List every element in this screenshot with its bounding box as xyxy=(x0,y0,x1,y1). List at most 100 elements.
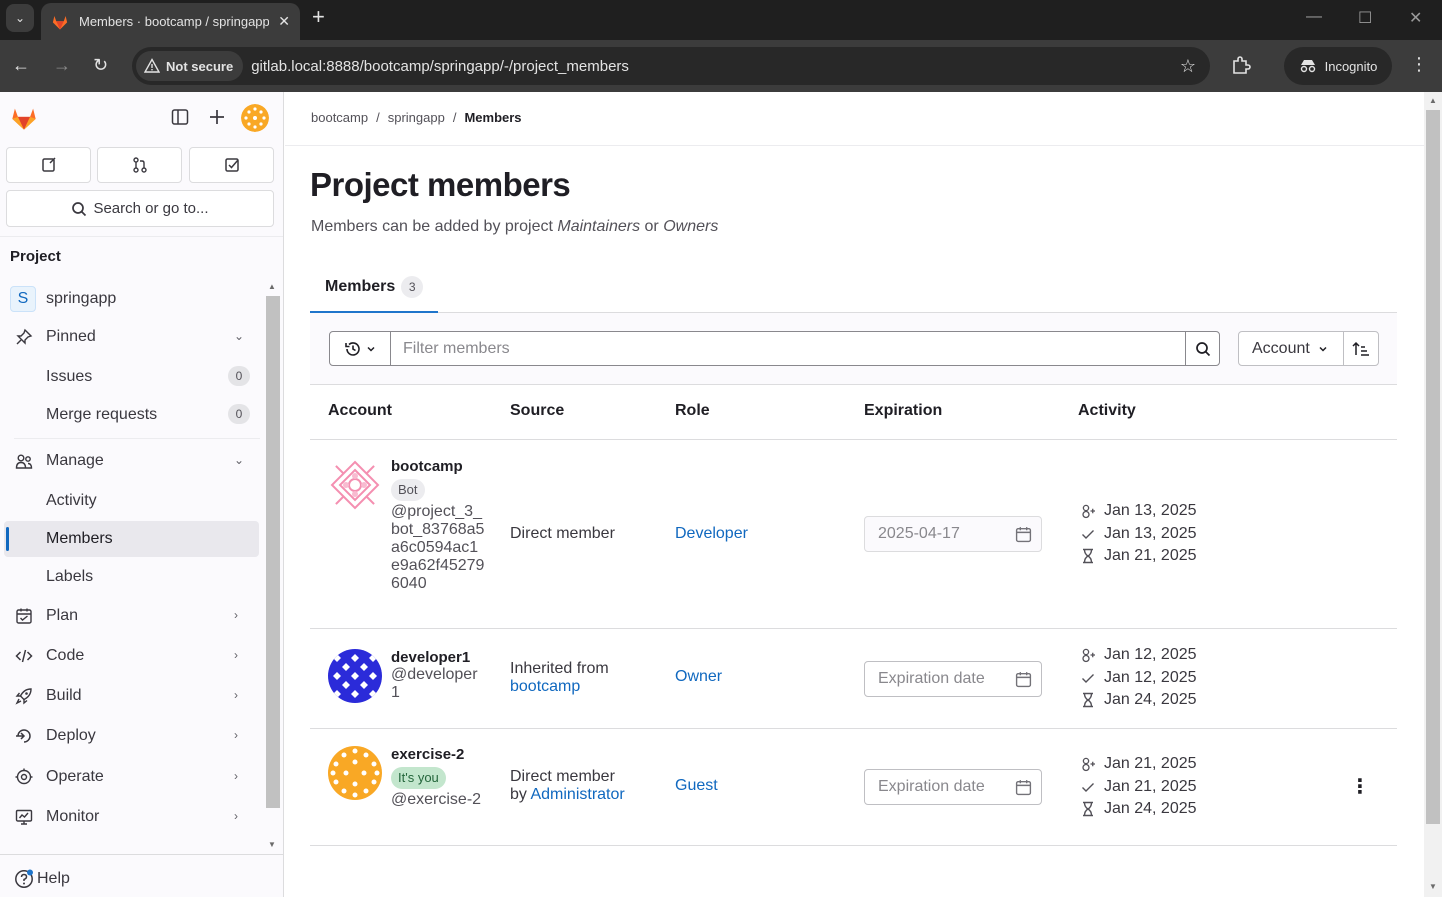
tab-members[interactable]: Members 3 xyxy=(310,262,438,313)
activity-last: Jan 24, 2025 xyxy=(1080,689,1197,712)
sidebar-divider xyxy=(0,236,283,237)
filter-members-input[interactable] xyxy=(390,331,1186,366)
role-dropdown[interactable]: Owner xyxy=(675,668,722,686)
bookmark-star-icon[interactable]: ☆ xyxy=(1180,56,1196,77)
tab-close-icon[interactable]: ✕ xyxy=(278,13,290,30)
sidebar-item-pinned[interactable]: Pinned ⌄ xyxy=(0,319,262,355)
back-icon[interactable]: ← xyxy=(12,54,30,76)
member-name[interactable]: exercise-2 xyxy=(391,746,486,763)
reload-icon[interactable]: ↻ xyxy=(93,54,108,76)
sidebar-item-members[interactable]: Members xyxy=(4,521,259,557)
member-name[interactable]: developer1 xyxy=(391,649,486,666)
sidebar-item-issues[interactable]: Issues 0 xyxy=(0,359,262,395)
minimize-icon[interactable]: — xyxy=(1306,8,1322,26)
user-avatar[interactable] xyxy=(241,104,269,132)
sidebar-item-operate[interactable]: Operate › xyxy=(0,759,262,795)
breadcrumb-group-link[interactable]: bootcamp xyxy=(311,110,368,125)
role-dropdown[interactable]: Developer xyxy=(675,525,748,543)
sidebar-item-label: Merge requests xyxy=(46,406,158,423)
scroll-down-arrow-icon[interactable]: ▼ xyxy=(268,840,276,849)
expiration-date-input[interactable]: Expiration date xyxy=(864,661,1042,697)
activity-last: Jan 21, 2025 xyxy=(1080,545,1197,568)
breadcrumb-current[interactable]: Members xyxy=(464,110,521,125)
avatar[interactable] xyxy=(328,649,382,703)
todo-list-button[interactable] xyxy=(189,147,274,183)
sidebar-item-merge-requests[interactable]: Merge requests 0 xyxy=(0,397,262,433)
address-bar[interactable]: Not secure gitlab.local:8888/bootcamp/sp… xyxy=(132,47,1210,85)
sidebar-item-code[interactable]: Code › xyxy=(0,638,262,674)
sort-direction-button[interactable] xyxy=(1343,331,1379,366)
browser-tab[interactable]: Members · bootcamp / springapp · GitLab … xyxy=(41,3,300,40)
page-scrollbar[interactable]: ▲ ▼ xyxy=(1424,92,1442,897)
sidebar-item-label: Manage xyxy=(46,452,104,469)
new-tab-button[interactable]: + xyxy=(312,5,325,29)
bot-badge: Bot xyxy=(391,479,425,501)
help-button[interactable]: Help xyxy=(14,869,70,889)
column-header-role: Role xyxy=(675,402,710,419)
page-scrollbar-thumb[interactable] xyxy=(1426,110,1440,824)
column-header-account[interactable]: Account xyxy=(328,402,392,420)
merge-request-icon xyxy=(132,157,147,173)
member-username: @exercise-2 xyxy=(391,791,482,808)
expiration-placeholder: Expiration date xyxy=(878,670,985,687)
subtitle-text: Members can be added by project xyxy=(311,218,558,235)
sidebar-item-label: Pinned xyxy=(46,328,96,345)
source-group-link[interactable]: bootcamp xyxy=(510,678,580,695)
gitlab-logo-icon[interactable] xyxy=(10,104,38,132)
expiration-value: 2025-04-17 xyxy=(878,525,960,542)
sidebar-scrollbar-thumb[interactable] xyxy=(266,296,280,808)
sidebar-item-plan[interactable]: Plan › xyxy=(0,598,262,634)
avatar[interactable] xyxy=(328,458,382,512)
sidebar-item-project[interactable]: springapp xyxy=(0,281,262,317)
sidebar-item-label: Members xyxy=(46,530,113,547)
create-new-icon[interactable] xyxy=(208,108,226,126)
sidebar-item-activity[interactable]: Activity xyxy=(0,483,262,519)
role-dropdown[interactable]: Guest xyxy=(675,777,718,795)
assigned-issues-button[interactable] xyxy=(6,147,91,183)
merge-requests-button[interactable] xyxy=(97,147,182,183)
recent-searches-button[interactable] xyxy=(329,331,391,366)
sidebar-item-build[interactable]: Build › xyxy=(0,678,262,714)
maximize-icon[interactable]: ☐ xyxy=(1358,8,1372,28)
incognito-chip[interactable]: Incognito xyxy=(1284,47,1392,85)
window-close-icon[interactable]: ✕ xyxy=(1409,8,1422,28)
column-header-expiration: Expiration xyxy=(864,402,943,419)
subtitle-or: or xyxy=(640,218,664,235)
forward-icon[interactable]: → xyxy=(53,54,71,76)
member-name[interactable]: bootcamp xyxy=(391,458,486,475)
sidebar-item-monitor[interactable]: Monitor › xyxy=(0,799,262,835)
chevron-right-icon: › xyxy=(234,648,238,662)
source-cell: Direct member by Administrator xyxy=(510,768,625,804)
sidebar-item-label: Code xyxy=(46,647,85,664)
check-icon xyxy=(1082,673,1094,683)
security-chip[interactable]: Not secure xyxy=(136,51,244,81)
expiration-date-input[interactable]: Expiration date xyxy=(864,769,1042,805)
sidebar-footer: Help xyxy=(0,854,283,897)
sort-lowest-icon xyxy=(1352,341,1369,356)
sort-by-dropdown[interactable]: Account xyxy=(1238,331,1344,366)
sidebar-item-label: springapp xyxy=(46,290,117,307)
scroll-down-arrow-icon[interactable]: ▼ xyxy=(1429,882,1437,891)
scroll-up-arrow-icon[interactable]: ▲ xyxy=(1429,96,1437,105)
tab-search-button[interactable]: ⌄ xyxy=(6,4,34,32)
expiration-date-input[interactable]: 2025-04-17 xyxy=(864,516,1042,552)
sidebar-item-deploy[interactable]: Deploy › xyxy=(0,718,262,754)
breadcrumb-project-link[interactable]: springapp xyxy=(388,110,445,125)
search-label: Search or go to... xyxy=(93,200,209,217)
cloud-gear-icon xyxy=(15,768,33,785)
search-or-go-to-button[interactable]: Search or go to... xyxy=(6,190,274,227)
breadcrumb-divider xyxy=(285,145,1424,146)
browser-menu-icon[interactable]: ⋮ xyxy=(1410,54,1428,75)
thumbtack-icon xyxy=(16,328,33,345)
more-actions-icon[interactable]: ⋮ xyxy=(1350,774,1370,799)
source-admin-link[interactable]: Administrator xyxy=(530,786,624,803)
sidebar-item-manage[interactable]: Manage ⌄ xyxy=(0,443,262,479)
filter-search-button[interactable] xyxy=(1185,331,1220,366)
sidebar-item-labels[interactable]: Labels xyxy=(0,559,262,595)
extensions-icon[interactable] xyxy=(1230,54,1252,76)
toggle-sidebar-icon[interactable] xyxy=(171,108,189,126)
avatar[interactable] xyxy=(328,746,382,800)
created-date: Jan 21, 2025 xyxy=(1104,755,1197,773)
url-text: gitlab.local:8888/bootcamp/springapp/-/p… xyxy=(251,57,629,75)
scroll-up-arrow-icon[interactable]: ▲ xyxy=(268,282,276,291)
